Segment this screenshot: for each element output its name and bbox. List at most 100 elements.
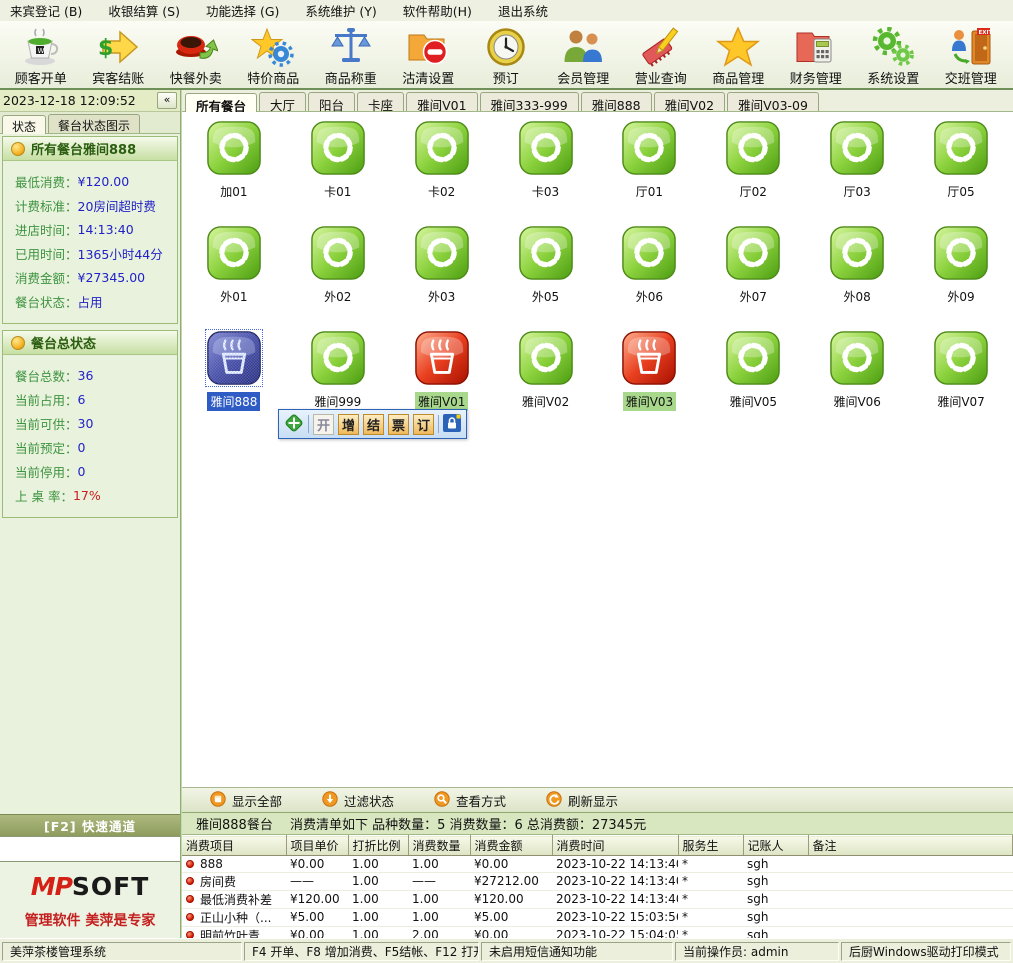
panel-row: 进店时间：14:13:40 [3,217,177,241]
column-header[interactable]: 备注 [808,836,1013,856]
dining-table[interactable]: 厅01 [598,120,702,225]
sidebar-collapse-button[interactable]: « [157,92,177,109]
column-header[interactable]: 项目单价 [286,836,348,856]
room-tab[interactable]: 大厅 [259,92,306,111]
mini-action-button[interactable]: 增 [338,414,359,435]
toolbar-button-teacup[interactable]: W顾客开单 [2,23,80,87]
action-button-show-all[interactable]: 显示全部 [210,791,282,810]
consumption-row[interactable]: 房间费——1.00——¥27212.002023-10-22 14:13:40*… [182,872,1013,890]
dining-table[interactable]: 雅间V06 [805,330,909,435]
dining-table[interactable]: 外03 [390,225,494,330]
panel-ball-icon [11,142,25,156]
consumption-row[interactable]: 888¥0.001.001.00¥0.002023-10-22 14:13:40… [182,856,1013,873]
room-tab[interactable]: 雅间V03-09 [727,92,819,111]
dining-table-label: 雅间V03 [623,392,676,411]
consumption-cell: 1.00 [348,890,408,908]
consumption-row[interactable]: 最低消费补差¥120.001.001.00¥120.002023-10-22 1… [182,890,1013,908]
toolbar-button-dollar-arrow[interactable]: $宾客结账 [80,23,158,87]
dining-table[interactable]: 卡01 [286,120,390,225]
column-header[interactable]: 消费时间 [552,836,678,856]
action-button-filter-state[interactable]: 过滤状态 [322,791,394,810]
mini-action-button[interactable]: 结 [363,414,384,435]
consumption-row[interactable]: 正山小种（...¥5.001.001.00¥5.002023-10-22 15:… [182,908,1013,926]
dining-table[interactable]: 外06 [598,225,702,330]
room-tab[interactable]: 雅间888 [581,92,652,111]
dining-table[interactable]: 卡02 [390,120,494,225]
dining-table[interactable]: 外08 [805,225,909,330]
action-button-view-mode[interactable]: 查看方式 [434,791,506,810]
consumption-row[interactable]: 明前竹叶青...¥0.001.002.00¥0.002023-10-22 15:… [182,926,1013,938]
sidebar-tab[interactable]: 状态 [2,115,46,134]
panel-header: 餐台总状态 [3,331,177,355]
dining-table-icon-free [414,120,470,176]
action-button-label: 刷新显示 [568,791,618,810]
room-tabs: 所有餐台大厅阳台卡座雅间V01雅间333-999雅间888雅间V02雅间V03-… [182,90,1013,112]
menu-item[interactable]: 软件帮助(H) [403,1,472,20]
menu-item[interactable]: 来宾登记 (B) [10,1,82,20]
dining-table[interactable]: 雅间888 [182,330,286,435]
panel-row-value: 17% [73,488,101,503]
dining-table[interactable]: 外01 [182,225,286,330]
room-tab[interactable]: 雅间V01 [406,92,477,111]
toolbar-button-soldout-folder[interactable]: 沽清设置 [390,23,468,87]
toolbar-button-finance-folder[interactable]: 财务管理 [777,23,855,87]
quick-channel-header: [F2] 快速通道 [0,814,180,836]
toolbar-button-clock[interactable]: 预订 [467,23,545,87]
move-handle-icon[interactable] [284,413,304,436]
datetime-bar: 2023-12-18 12:09:52 « [0,90,180,112]
consumption-cell: —— [408,872,470,890]
dining-table-icon-occupied [621,330,677,386]
lock-icon[interactable] [443,414,461,435]
status-section: 后厨Windows驱动打印模式 [841,942,1011,961]
menu-item[interactable]: 功能选择 (G) [206,1,279,20]
mini-action-button[interactable]: 订 [413,414,434,435]
column-header[interactable]: 消费数量 [408,836,470,856]
column-header[interactable]: 记账人 [743,836,808,856]
svg-text:$: $ [98,36,113,61]
dining-table[interactable]: 雅间V07 [909,330,1013,435]
menu-item[interactable]: 系统维护 (Y) [305,1,376,20]
toolbar-button-business-query[interactable]: 营业查询 [622,23,700,87]
action-button-refresh[interactable]: 刷新显示 [546,791,618,810]
toolbar-button-scale[interactable]: 商品称重 [312,23,390,87]
room-tab[interactable]: 雅间V02 [654,92,725,111]
toolbar-button-members[interactable]: 会员管理 [545,23,623,87]
dining-table[interactable]: 厅05 [909,120,1013,225]
dining-table[interactable]: 雅间V05 [701,330,805,435]
column-header[interactable]: 打折比例 [348,836,408,856]
toolbar-button-star[interactable]: 商品管理 [700,23,778,87]
dining-table[interactable]: 外02 [286,225,390,330]
column-header[interactable]: 消费项目 [182,836,286,856]
dining-table[interactable]: 雅间V03 [598,330,702,435]
room-tab[interactable]: 卡座 [357,92,404,111]
dining-table[interactable]: 厅02 [701,120,805,225]
dining-table[interactable]: 卡03 [494,120,598,225]
column-header[interactable]: 服务生 [678,836,743,856]
room-tab[interactable]: 所有餐台 [185,93,257,112]
toolbar-button-takeout-coffee[interactable]: 快餐外卖 [157,23,235,87]
menu-item[interactable]: 退出系统 [498,1,548,20]
mini-action-button[interactable]: 开 [313,414,334,435]
dining-table[interactable]: 厅03 [805,120,909,225]
dining-table[interactable]: 外09 [909,225,1013,330]
dining-table[interactable]: 外07 [701,225,805,330]
dining-table-label: 外03 [425,287,458,306]
menu-item[interactable]: 收银结算 (S) [108,1,180,20]
toolbar-button-gears[interactable]: 系统设置 [855,23,933,87]
toolbar-button-label: 财务管理 [790,68,842,87]
dining-table-icon-free [725,120,781,176]
room-tab[interactable]: 雅间333-999 [480,92,579,111]
quick-channel-input[interactable] [0,836,180,862]
dining-table[interactable]: 外05 [494,225,598,330]
dining-table[interactable]: 雅间V02 [494,330,598,435]
sidebar-tab[interactable]: 餐台状态图示 [48,114,140,133]
logo-mp: MP [31,872,72,901]
room-tab[interactable]: 阳台 [308,92,355,111]
column-header[interactable]: 消费金额 [470,836,552,856]
dining-table-label: 外06 [633,287,666,306]
dining-table[interactable]: 加01 [182,120,286,225]
toolbar-button-shift-exit[interactable]: EXIT交班管理 [932,23,1010,87]
dining-table-label: 外02 [321,287,354,306]
mini-action-button[interactable]: 票 [388,414,409,435]
toolbar-button-star-gear[interactable]: 特价商品 [235,23,313,87]
